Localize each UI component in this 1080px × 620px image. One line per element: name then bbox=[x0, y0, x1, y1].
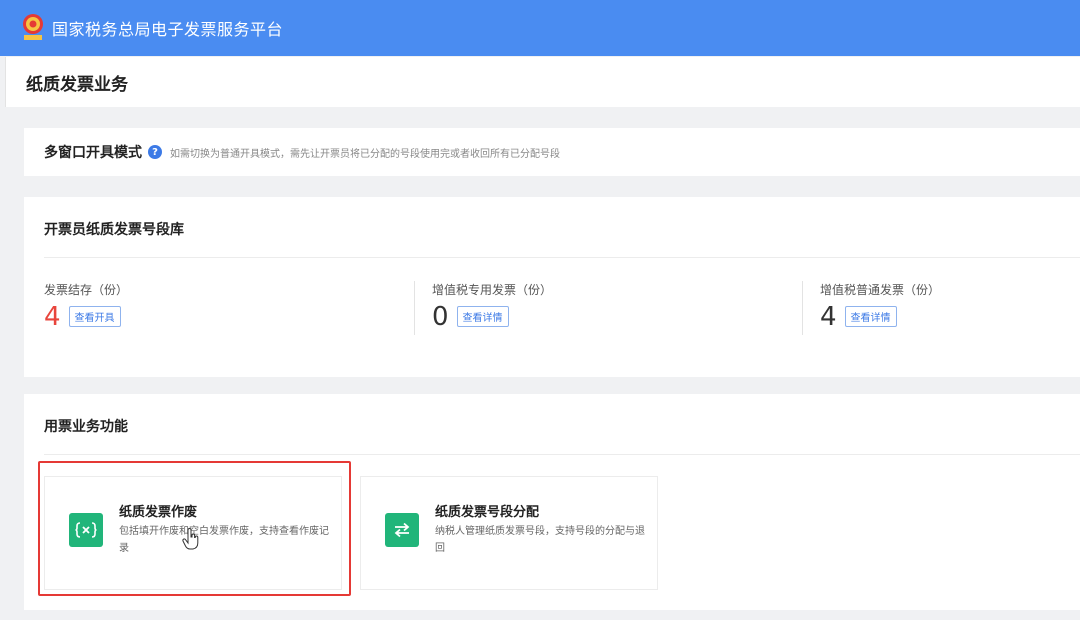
stat-stock: 发票结存（份） 4 查看开具 bbox=[44, 281, 128, 330]
divider bbox=[44, 454, 1080, 455]
divider bbox=[414, 281, 415, 335]
transfer-arrows-icon bbox=[385, 513, 419, 547]
tile-desc: 纳税人管理纸质发票号段，支持号段的分配与退回 bbox=[435, 526, 645, 554]
view-details-button[interactable]: 查看详情 bbox=[844, 306, 897, 327]
view-issued-button[interactable]: 查看开具 bbox=[68, 306, 121, 327]
stat-normal-vat: 增值税普通发票（份） 4 查看详情 bbox=[820, 281, 940, 330]
divider bbox=[802, 281, 803, 335]
view-details-button[interactable]: 查看详情 bbox=[456, 306, 509, 327]
stat-value: 4 bbox=[820, 302, 837, 332]
stat-label: 增值税普通发票（份） bbox=[820, 283, 941, 297]
stat-value: 4 bbox=[44, 302, 61, 332]
hand-cursor-icon bbox=[182, 527, 200, 550]
tile-title: 纸质发票号段分配 bbox=[435, 505, 540, 520]
platform-title: 国家税务总局电子发票服务平台 bbox=[52, 20, 284, 39]
stat-value: 0 bbox=[432, 302, 449, 332]
tax-emblem-icon bbox=[20, 13, 46, 43]
mode-hint: 如需切换为普通开具模式，需先让开票员将已分配的号段使用完或者收回所有已分配号段 bbox=[170, 148, 560, 160]
stat-special-vat: 增值税专用发票（份） 0 查看详情 bbox=[432, 281, 552, 330]
stat-label: 增值税专用发票（份） bbox=[432, 283, 553, 297]
mode-title: 多窗口开具模式 bbox=[44, 145, 142, 161]
page-title: 纸质发票业务 bbox=[26, 74, 128, 95]
library-title: 开票员纸质发票号段库 bbox=[44, 222, 184, 238]
divider bbox=[44, 257, 1080, 258]
mode-card: 多窗口开具模式 ? 如需切换为普通开具模式，需先让开票员将已分配的号段使用完或者… bbox=[24, 128, 1080, 176]
question-circle-icon[interactable]: ? bbox=[148, 145, 162, 159]
stat-label: 发票结存（份） bbox=[44, 283, 129, 297]
invoice-library-card: 开票员纸质发票号段库 发票结存（份） 4 查看开具 增值税专用发票（份） 0 查… bbox=[24, 197, 1080, 377]
tile-number-allocation[interactable]: 纸质发票号段分配 纳税人管理纸质发票号段，支持号段的分配与退回 bbox=[360, 476, 658, 590]
top-bar: 国家税务总局电子发票服务平台 bbox=[0, 0, 1080, 56]
page-header: 纸质发票业务 bbox=[5, 57, 1080, 107]
functions-title: 用票业务功能 bbox=[44, 419, 128, 435]
